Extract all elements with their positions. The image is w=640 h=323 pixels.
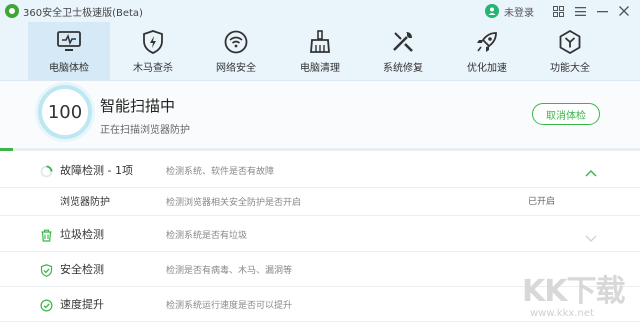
trash-icon	[40, 227, 53, 242]
tab-all-features[interactable]: 功能大全	[529, 22, 611, 80]
score-ring: 100	[38, 85, 92, 139]
tab-label: 优化加速	[467, 63, 507, 74]
menu-icon[interactable]	[570, 2, 590, 20]
subitem-title: 浏览器防护	[60, 197, 110, 208]
check-item-junk[interactable]: 垃圾检测 检测系统是否有垃圾	[0, 216, 640, 252]
tab-system-repair[interactable]: 系统修复	[362, 22, 444, 80]
login-link[interactable]: 未登录	[504, 4, 534, 19]
broom-icon	[306, 28, 334, 56]
check-item-title: 垃圾检测	[60, 228, 104, 241]
speedometer-icon	[40, 297, 53, 312]
monitor-icon	[55, 28, 83, 56]
check-item-title: 故障检测 - 1项	[60, 164, 133, 177]
tab-label: 电脑清理	[300, 63, 340, 74]
check-item-desc: 检测系统是否有垃圾	[166, 231, 248, 241]
check-item-title: 安全检测	[60, 263, 104, 276]
shield-check-icon	[40, 262, 53, 277]
subitem-status: 已开启	[528, 197, 556, 207]
chevron-down-icon[interactable]	[585, 228, 597, 242]
check-item-desc: 检测系统运行速度是否可以提升	[166, 301, 293, 311]
check-subitem-browser: 浏览器防护 检测浏览器相关安全防护是否开启 已开启	[0, 187, 640, 216]
minimize-icon[interactable]	[592, 2, 612, 20]
tab-computer-cleanup[interactable]: 电脑清理	[279, 22, 361, 80]
check-item-fault[interactable]: 故障检测 - 1项 检测系统、软件是否有故障	[0, 152, 640, 188]
check-item-desc: 检测系统、软件是否有故障	[166, 167, 275, 177]
main-nav: 电脑体检 木马查杀 网络安全 电脑清理 系统修复 优化加速 功能大全	[0, 22, 640, 81]
tab-network-security[interactable]: 网络安全	[195, 22, 277, 80]
tab-trojan-scan[interactable]: 木马查杀	[112, 22, 194, 80]
close-icon[interactable]	[614, 2, 634, 20]
tab-label: 功能大全	[550, 63, 590, 74]
watermark-logo: KK下载 www.kkx.net	[522, 266, 640, 323]
watermark-url: www.kkx.net	[530, 308, 594, 319]
tab-label: 木马查杀	[133, 63, 173, 74]
rocket-icon	[473, 28, 501, 56]
title-bar-controls: 未登录	[485, 0, 634, 22]
cancel-checkup-button[interactable]: 取消体检	[532, 103, 600, 125]
check-item-desc: 检测是否有病毒、木马、漏洞等	[166, 266, 293, 276]
subitem-desc: 检测浏览器相关安全防护是否开启	[166, 198, 302, 208]
scan-subtitle: 正在扫描浏览器防护	[100, 125, 190, 136]
watermark-text: KK下载	[522, 274, 625, 309]
wifi-icon	[222, 28, 250, 56]
tab-label: 电脑体检	[49, 63, 89, 74]
spinner-icon	[40, 163, 53, 178]
hexagon-icon	[556, 28, 584, 56]
tab-optimize-speed[interactable]: 优化加速	[446, 22, 528, 80]
skin-icon[interactable]	[548, 2, 568, 20]
app-title: 360安全卫士极速版(Beta)	[23, 7, 143, 19]
user-avatar-icon[interactable]	[485, 4, 499, 18]
check-item-title: 速度提升	[60, 298, 104, 311]
wrench-icon	[389, 28, 417, 56]
title-bar: 360安全卫士极速版(Beta) 未登录	[0, 0, 640, 22]
tab-computer-checkup[interactable]: 电脑体检	[28, 22, 110, 80]
score-value: 100	[47, 101, 83, 123]
chevron-up-icon[interactable]	[585, 164, 597, 177]
scan-progress-fill	[0, 148, 13, 151]
tab-label: 系统修复	[383, 63, 423, 74]
scan-progress-bar	[0, 148, 640, 151]
tab-label: 网络安全	[216, 63, 256, 74]
app-logo-icon	[5, 4, 19, 18]
scan-panel: 100 智能扫描中 正在扫描浏览器防护 取消体检	[0, 81, 640, 151]
scan-title: 智能扫描中	[100, 97, 176, 115]
shield-bolt-icon	[139, 28, 167, 56]
